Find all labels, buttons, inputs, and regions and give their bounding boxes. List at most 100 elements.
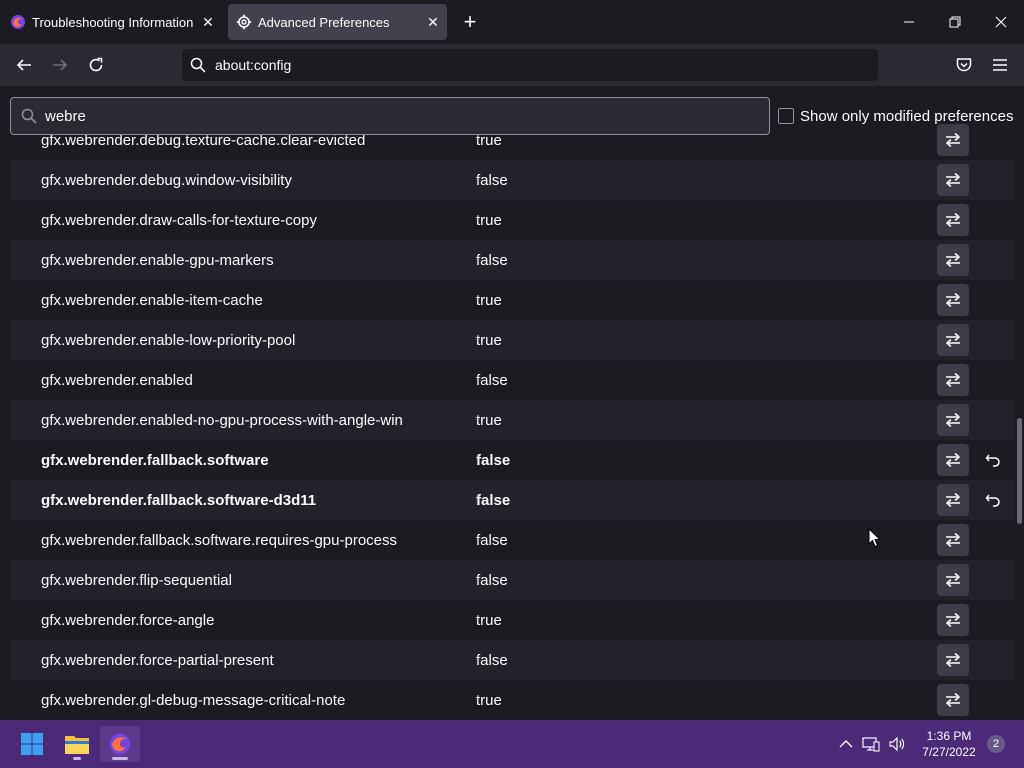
toggle-preference-button[interactable]	[937, 564, 969, 596]
preference-name: gfx.webrender.enable-gpu-markers	[41, 251, 274, 269]
preference-row[interactable]: gfx.webrender.fallback.software false	[11, 440, 1014, 480]
url-bar[interactable]: about:config	[182, 49, 878, 81]
preference-value[interactable]: false	[476, 452, 510, 469]
tab-troubleshooting[interactable]: Troubleshooting Information ✕	[2, 4, 222, 40]
toggle-preference-button[interactable]	[937, 164, 969, 196]
toggle-arrows-icon	[945, 132, 961, 148]
show-modified-filter[interactable]: Show only modified preferences	[778, 105, 1013, 127]
new-tab-button[interactable]: +	[456, 8, 484, 36]
preference-value[interactable]: true	[476, 612, 502, 629]
preference-row[interactable]: gfx.webrender.draw-calls-for-texture-cop…	[11, 200, 1014, 240]
notification-count-badge[interactable]: 2	[987, 735, 1005, 753]
forward-button[interactable]	[44, 50, 76, 80]
preference-name: gfx.webrender.enable-item-cache	[41, 291, 263, 309]
reset-preference-button[interactable]	[979, 444, 1007, 476]
chevron-up-icon[interactable]	[834, 739, 858, 749]
volume-icon[interactable]	[884, 736, 910, 752]
preference-value[interactable]: false	[476, 172, 508, 189]
about-config-page: gfx.webrender.debug.texture-cache.clear-…	[0, 86, 1024, 720]
preference-row[interactable]: gfx.webrender.debug.window-visibility fal…	[11, 160, 1014, 200]
network-icon[interactable]	[858, 736, 884, 752]
close-tab-icon[interactable]: ✕	[419, 8, 447, 36]
preference-name: gfx.webrender.fallback.software-d3d11	[41, 491, 317, 509]
toggle-preference-button[interactable]	[937, 204, 969, 236]
reload-icon	[89, 57, 103, 72]
preference-row[interactable]: gfx.webrender.force-angle true	[11, 600, 1014, 640]
running-indicator	[73, 757, 81, 760]
search-icon	[21, 108, 37, 124]
preference-value[interactable]: false	[476, 532, 508, 549]
forward-arrow-icon	[53, 59, 68, 71]
windows-start-icon[interactable]	[12, 726, 52, 762]
preference-row[interactable]: gfx.webrender.gl-debug-message-critical-…	[11, 680, 1014, 720]
toggle-preference-button[interactable]	[937, 684, 969, 716]
pocket-button[interactable]	[948, 50, 980, 80]
preference-row[interactable]: gfx.webrender.flip-sequential false	[11, 560, 1014, 600]
toggle-arrows-icon	[945, 292, 961, 308]
preference-name: gfx.webrender.force-partial-present	[41, 651, 274, 669]
clock-date: 7/27/2022	[922, 745, 976, 759]
scrollbar[interactable]	[1015, 142, 1024, 720]
restore-icon[interactable]	[935, 6, 975, 38]
toggle-arrows-icon	[945, 532, 961, 548]
app-menu-button[interactable]	[984, 50, 1016, 80]
preference-row[interactable]: gfx.webrender.enable-gpu-markers false	[11, 240, 1014, 280]
preference-value[interactable]: false	[476, 572, 508, 589]
preference-value[interactable]: true	[476, 692, 502, 709]
back-button[interactable]	[8, 50, 40, 80]
preference-value[interactable]: true	[476, 212, 502, 229]
preference-value[interactable]: false	[476, 252, 508, 269]
preference-name: gfx.webrender.flip-sequential	[41, 571, 232, 589]
preference-value[interactable]: false	[476, 492, 510, 509]
undo-icon	[985, 494, 1000, 507]
pocket-icon	[956, 58, 972, 72]
preference-search-input[interactable]: webre	[10, 97, 770, 135]
toggle-preference-button[interactable]	[937, 484, 969, 516]
scrollbar-thumb[interactable]	[1017, 418, 1022, 524]
toggle-preference-button[interactable]	[937, 644, 969, 676]
toggle-preference-button[interactable]	[937, 604, 969, 636]
tab-advanced-preferences[interactable]: Advanced Preferences ✕	[228, 4, 447, 40]
preference-value[interactable]: false	[476, 372, 508, 389]
preference-value[interactable]: true	[476, 412, 502, 429]
preference-row[interactable]: gfx.webrender.enable-low-priority-pool tr…	[11, 320, 1014, 360]
toggle-preference-button[interactable]	[937, 404, 969, 436]
toggle-arrows-icon	[945, 252, 961, 268]
show-modified-checkbox[interactable]	[778, 108, 794, 124]
preference-row[interactable]: gfx.webrender.enable-item-cache true	[11, 280, 1014, 320]
close-tab-icon[interactable]: ✕	[194, 8, 222, 36]
toggle-preference-button[interactable]	[937, 244, 969, 276]
reset-preference-button[interactable]	[979, 484, 1007, 516]
preference-row[interactable]: gfx.webrender.force-partial-present false	[11, 640, 1014, 680]
firefox-taskbar-icon[interactable]	[100, 726, 140, 762]
toggle-arrows-icon	[945, 172, 961, 188]
close-window-icon[interactable]	[981, 6, 1021, 38]
taskbar-clock[interactable]: 1:36 PM 7/27/2022	[914, 728, 984, 760]
preference-row[interactable]: gfx.webrender.enabled false	[11, 360, 1014, 400]
preference-value[interactable]: false	[476, 652, 508, 669]
preference-row[interactable]: gfx.webrender.fallback.software.requires…	[11, 520, 1014, 560]
toggle-preference-button[interactable]	[937, 324, 969, 356]
preference-row[interactable]: gfx.webrender.enabled-no-gpu-process-wit…	[11, 400, 1014, 440]
minimize-icon[interactable]	[889, 6, 929, 38]
preference-name: gfx.webrender.enable-low-priority-pool	[41, 331, 296, 349]
preference-name: gfx.webrender.fallback.software.requires…	[41, 531, 398, 549]
active-indicator	[112, 757, 128, 760]
file-explorer-icon[interactable]	[57, 726, 97, 762]
preference-row[interactable]: gfx.webrender.fallback.software-d3d11 fal…	[11, 480, 1014, 520]
toggle-preference-button[interactable]	[937, 124, 969, 156]
tab-label: Advanced Preferences	[258, 14, 390, 30]
preference-name: gfx.webrender.force-angle	[41, 611, 215, 629]
toggle-preference-button[interactable]	[937, 284, 969, 316]
toggle-arrows-icon	[945, 692, 961, 708]
toggle-arrows-icon	[945, 452, 961, 468]
reload-button[interactable]	[80, 50, 112, 80]
toggle-arrows-icon	[945, 412, 961, 428]
toggle-preference-button[interactable]	[937, 364, 969, 396]
preference-name: gfx.webrender.enabled-no-gpu-process-wit…	[41, 411, 403, 429]
preference-value[interactable]: true	[476, 292, 502, 309]
preference-name: gfx.webrender.debug.window-visibility	[41, 171, 292, 189]
toggle-preference-button[interactable]	[937, 524, 969, 556]
preference-value[interactable]: true	[476, 332, 502, 349]
toggle-preference-button[interactable]	[937, 444, 969, 476]
